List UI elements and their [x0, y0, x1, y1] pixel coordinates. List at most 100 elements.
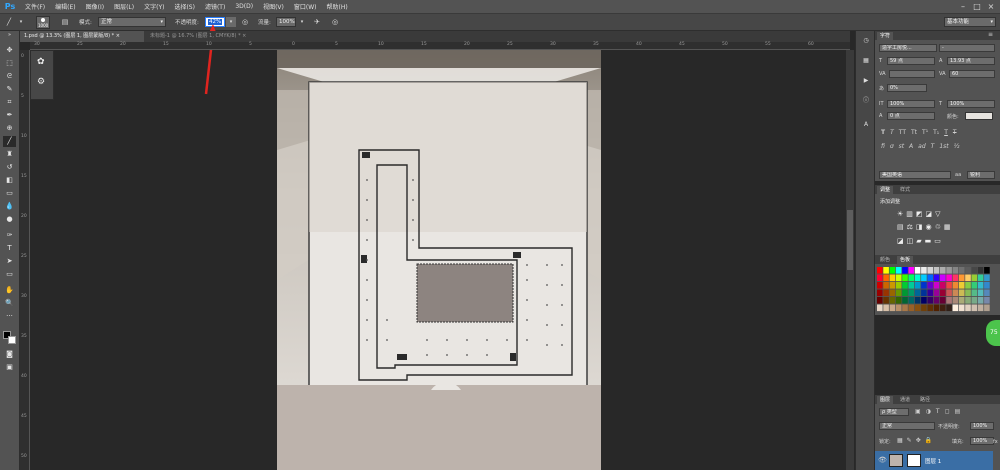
- color-swatch[interactable]: [921, 304, 927, 312]
- color-swatch[interactable]: [958, 289, 965, 297]
- exposure-icon[interactable]: ◪: [926, 210, 933, 220]
- text-color-swatch[interactable]: [965, 112, 993, 120]
- color-swatch[interactable]: [927, 289, 933, 297]
- color-swatch[interactable]: [883, 297, 889, 304]
- color-swatch[interactable]: [940, 304, 946, 312]
- color-swatch[interactable]: [914, 282, 921, 289]
- color-swatch[interactable]: [965, 282, 971, 289]
- color-swatch[interactable]: [940, 282, 946, 289]
- color-swatch[interactable]: [877, 282, 883, 289]
- color-swatch[interactable]: [984, 274, 990, 282]
- brush-preset-picker[interactable]: 1000: [36, 16, 50, 29]
- black-white-icon[interactable]: ◨: [916, 223, 923, 233]
- color-swatch[interactable]: [902, 289, 908, 297]
- pressure-size-icon[interactable]: ◎: [330, 17, 340, 27]
- brightness-icon[interactable]: ☀: [897, 210, 903, 220]
- selective-color-icon[interactable]: ▭: [934, 237, 941, 247]
- zoom-tool-icon[interactable]: 🔍: [3, 298, 16, 309]
- discretionary-button[interactable]: st: [899, 143, 904, 153]
- screen-mode-icon[interactable]: ▣: [3, 362, 16, 373]
- panel-menu-icon[interactable]: ≡: [988, 31, 993, 38]
- font-size-input[interactable]: 59 点: [887, 57, 935, 65]
- hand-tool-icon[interactable]: ✋: [3, 285, 16, 296]
- faux-bold-button[interactable]: T: [881, 129, 885, 139]
- color-swatch[interactable]: [958, 304, 965, 312]
- color-swatch[interactable]: [933, 267, 940, 274]
- color-lookup-icon[interactable]: ▦: [944, 223, 951, 233]
- brush-presets-icon[interactable]: ✿: [37, 57, 45, 67]
- ordinals-button[interactable]: 1st: [939, 143, 948, 153]
- faux-italic-button[interactable]: T: [890, 129, 894, 139]
- color-swatch[interactable]: [914, 274, 921, 282]
- color-swatch[interactable]: [927, 297, 933, 304]
- color-swatch[interactable]: [877, 289, 883, 297]
- anti-alias-select[interactable]: 锐利: [967, 171, 995, 179]
- menu-window[interactable]: 窗口(W): [289, 2, 322, 11]
- color-swatch[interactable]: [952, 274, 959, 282]
- superscript-button[interactable]: T¹: [922, 129, 928, 139]
- language-select[interactable]: 美国英语: [879, 171, 951, 179]
- color-swatch[interactable]: [984, 267, 990, 274]
- color-swatch[interactable]: [902, 267, 908, 274]
- brush-panel-icon[interactable]: ▤: [60, 17, 70, 27]
- underline-button[interactable]: T: [944, 129, 948, 139]
- color-swatch[interactable]: [902, 274, 908, 282]
- color-balance-icon[interactable]: ⚖: [907, 223, 913, 233]
- quick-select-tool-icon[interactable]: ✎: [3, 84, 16, 95]
- color-swatch[interactable]: [908, 267, 915, 274]
- color-swatch[interactable]: [952, 304, 959, 312]
- tab-swatches[interactable]: 色板: [897, 256, 914, 264]
- menu-type[interactable]: 文字(Y): [139, 2, 169, 11]
- stylistic-button[interactable]: ad: [918, 143, 926, 153]
- tab-styles[interactable]: 样式: [897, 186, 913, 194]
- color-swatch[interactable]: [977, 267, 984, 274]
- color-swatch[interactable]: [958, 297, 965, 304]
- scrollbar-thumb[interactable]: [847, 210, 853, 270]
- brush-tool-icon[interactable]: ╱: [4, 17, 14, 27]
- type-filter-icon[interactable]: T: [936, 408, 940, 416]
- color-swatch[interactable]: [914, 297, 921, 304]
- menu-file[interactable]: 文件(F): [20, 2, 50, 11]
- tab-document-2[interactable]: 未标题-1 @ 16.7% (图层 1, CMYK/8) * ×: [146, 31, 446, 42]
- color-swatch[interactable]: [971, 297, 978, 304]
- blend-mode-select[interactable]: 正常: [879, 422, 935, 430]
- airbrush-icon[interactable]: ✈: [312, 17, 322, 27]
- color-swatch[interactable]: [883, 267, 889, 274]
- color-swatch[interactable]: [965, 289, 971, 297]
- collapse-icon[interactable]: »: [3, 33, 16, 38]
- lock-position-icon[interactable]: ✥: [916, 437, 921, 445]
- color-swatch[interactable]: [965, 304, 971, 312]
- mode-select[interactable]: 正常 ▾: [98, 17, 166, 27]
- color-swatch[interactable]: [883, 304, 889, 312]
- color-swatch[interactable]: [895, 289, 902, 297]
- brush-settings-icon[interactable]: ⚙: [37, 77, 45, 87]
- color-swatch[interactable]: [902, 282, 908, 289]
- color-swatch[interactable]: [895, 297, 902, 304]
- color-swatch[interactable]: [965, 297, 971, 304]
- color-swatch[interactable]: [908, 282, 915, 289]
- color-swatch[interactable]: [921, 289, 927, 297]
- actions-icon[interactable]: ▶: [862, 77, 870, 85]
- minimize-icon[interactable]: –: [958, 2, 968, 11]
- healing-tool-icon[interactable]: ⊕: [3, 123, 16, 134]
- color-swatch[interactable]: [889, 304, 896, 312]
- color-swatch[interactable]: [921, 297, 927, 304]
- shape-tool-icon[interactable]: ▭: [3, 269, 16, 280]
- color-swatch[interactable]: [902, 304, 908, 312]
- color-swatch[interactable]: [940, 274, 946, 282]
- type-tool-icon[interactable]: T: [3, 243, 16, 254]
- color-swatch[interactable]: [984, 304, 990, 312]
- pressure-opacity-icon[interactable]: ◎: [240, 17, 250, 27]
- shape-filter-icon[interactable]: ◻: [945, 408, 950, 416]
- color-swatch[interactable]: [908, 304, 915, 312]
- dodge-tool-icon[interactable]: ●: [3, 214, 16, 225]
- color-swatch[interactable]: [971, 304, 978, 312]
- fill-input[interactable]: 100%: [970, 437, 994, 445]
- tracking-input[interactable]: 60: [949, 70, 995, 78]
- color-swatch[interactable]: [889, 289, 896, 297]
- horizontal-scale-input[interactable]: 100%: [947, 100, 995, 108]
- color-swatch[interactable]: [895, 282, 902, 289]
- color-swatch[interactable]: [952, 297, 959, 304]
- quick-mask-icon[interactable]: ◙: [3, 349, 16, 360]
- color-swatch[interactable]: [946, 297, 952, 304]
